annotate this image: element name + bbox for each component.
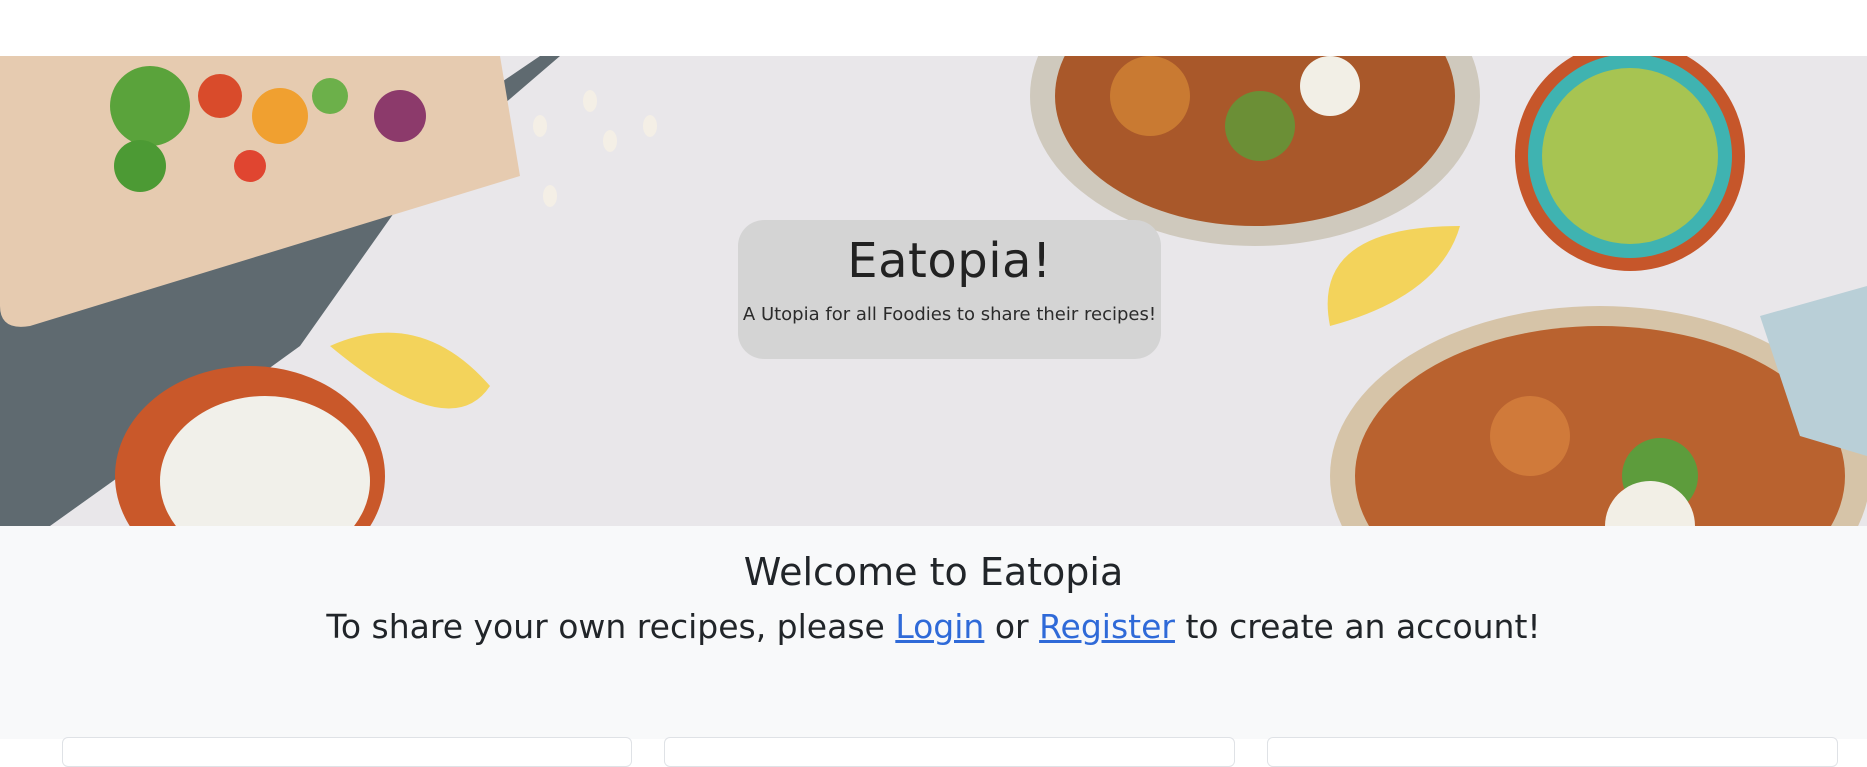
welcome-text-before: To share your own recipes, please (326, 607, 896, 646)
login-link[interactable]: Login (895, 607, 984, 646)
recipe-card[interactable] (1267, 737, 1838, 767)
hero-banner: Eatopia! A Utopia for all Foodies to sha… (0, 56, 1867, 526)
welcome-text-middle: or (984, 607, 1040, 646)
hero-title: Eatopia! (847, 233, 1052, 289)
hero-title-card: Eatopia! A Utopia for all Foodies to sha… (738, 220, 1161, 359)
welcome-message: To share your own recipes, please Login … (0, 607, 1867, 646)
top-blank-bar (0, 0, 1867, 56)
recipe-card[interactable] (62, 737, 632, 767)
register-link[interactable]: Register (1039, 607, 1175, 646)
welcome-text-after: to create an account! (1174, 607, 1541, 646)
welcome-title: Welcome to Eatopia (743, 550, 1124, 594)
welcome-section: Welcome to Eatopia To share your own rec… (0, 526, 1867, 739)
recipe-card[interactable] (664, 737, 1235, 767)
hero-subtitle: A Utopia for all Foodies to share their … (742, 304, 1157, 325)
